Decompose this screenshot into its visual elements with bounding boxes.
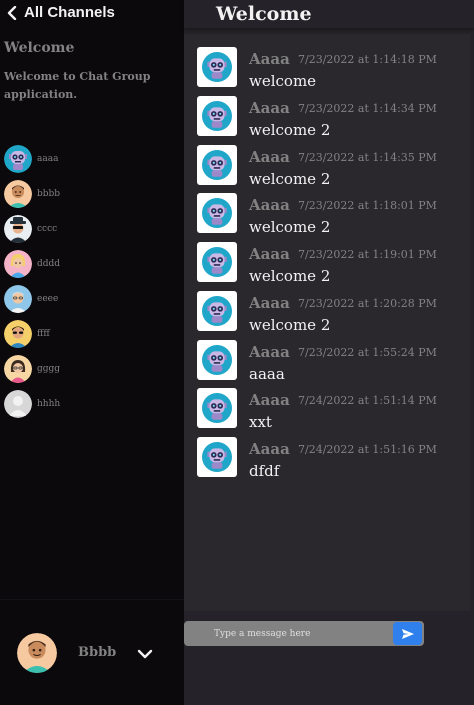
robot-avatar-icon	[197, 388, 237, 429]
message-text: welcome 2	[249, 315, 331, 334]
robot-avatar-icon	[197, 144, 237, 185]
message-item: Aaaa 7/23/2022 at 1:55:24 PM aaaa	[184, 339, 470, 388]
member-item[interactable]: cccc	[4, 211, 60, 246]
sidebar-header: All Channels	[0, 0, 184, 25]
member-item[interactable]: eeee	[4, 281, 60, 316]
member-item[interactable]: ffff	[4, 316, 60, 351]
sunglasses-avatar-icon	[4, 320, 32, 348]
message-item: Aaaa 7/23/2022 at 1:20:28 PM welcome 2	[184, 290, 470, 339]
message-timestamp: 7/24/2022 at 1:51:14 PM	[298, 394, 437, 408]
current-user-panel: Bbbb	[0, 599, 184, 705]
channel-description: Welcome to Chat Group application.	[4, 70, 151, 101]
message-text: dfdf	[249, 462, 280, 480]
message-timestamp: 7/23/2022 at 1:18:01 PM	[298, 199, 437, 213]
member-name: cccc	[37, 223, 58, 234]
message-timestamp: 7/23/2022 at 1:14:18 PM	[298, 53, 437, 66]
message-timestamp: 7/23/2022 at 1:55:24 PM	[298, 345, 437, 359]
spy-avatar-icon	[4, 215, 32, 243]
message-item: Aaaa 7/23/2022 at 1:14:34 PM welcome 2	[184, 95, 470, 144]
old-man-avatar-icon	[4, 285, 32, 313]
channel-name: Welcome	[4, 40, 75, 56]
robot-avatar-icon	[197, 242, 237, 282]
member-name: eeee	[37, 293, 59, 304]
message-timestamp: 7/23/2022 at 1:20:28 PM	[298, 296, 437, 310]
member-item[interactable]: dddd	[4, 246, 60, 281]
message-timestamp: 7/23/2022 at 1:19:01 PM	[298, 248, 437, 261]
message-author: Aaaa	[249, 147, 290, 166]
chat-panel: Welcome Aaaa 7/23/2022 at 1:14:18 PM wel…	[184, 0, 474, 705]
message-author: Aaaa	[249, 98, 290, 117]
message-author: Aaaa	[249, 293, 290, 312]
message-text: xxt	[249, 413, 272, 432]
robot-avatar-icon	[197, 47, 237, 87]
message-text: welcome	[249, 72, 317, 90]
message-author: Aaaa	[249, 245, 290, 263]
chevron-down-icon[interactable]	[137, 647, 153, 661]
member-list: aaaa bbbb cccc dddd eeee ffff gggg hhhh	[4, 141, 60, 421]
message-text: welcome 2	[249, 218, 331, 237]
robot-avatar-icon	[4, 145, 32, 173]
message-item: Aaaa 7/23/2022 at 1:18:01 PM welcome 2	[184, 192, 470, 241]
robot-avatar-icon	[197, 290, 237, 331]
message-text: welcome 2	[249, 169, 331, 188]
girl-avatar-icon	[4, 355, 32, 383]
member-name: dddd	[37, 258, 61, 269]
message-item: Aaaa 7/24/2022 at 1:51:16 PM dfdf	[184, 436, 470, 485]
message-input[interactable]	[184, 621, 392, 646]
message-item: Aaaa 7/23/2022 at 1:14:18 PM welcome	[184, 46, 470, 95]
message-author: Aaaa	[249, 440, 290, 458]
page-title: Welcome	[216, 3, 312, 25]
message-timestamp: 7/23/2022 at 1:14:34 PM	[298, 101, 437, 115]
robot-avatar-icon	[197, 193, 237, 234]
woman-avatar-icon	[4, 250, 32, 278]
member-name: bbbb	[37, 188, 61, 199]
message-author: Aaaa	[249, 50, 290, 68]
member-name: aaaa	[37, 153, 59, 164]
message-timestamp: 7/23/2022 at 1:14:35 PM	[298, 150, 437, 164]
message-author: Aaaa	[249, 342, 290, 361]
message-text: aaaa	[249, 364, 285, 383]
message-item: Aaaa 7/23/2022 at 1:14:35 PM welcome 2	[184, 144, 470, 193]
member-item[interactable]: bbbb	[4, 176, 60, 211]
member-name: gggg	[37, 363, 61, 374]
robot-avatar-icon	[197, 437, 237, 477]
member-name: ffff	[37, 328, 50, 339]
message-timestamp: 7/24/2022 at 1:51:16 PM	[298, 443, 437, 456]
member-item[interactable]: gggg	[4, 351, 60, 386]
message-item: Aaaa 7/24/2022 at 1:51:14 PM xxt	[184, 387, 470, 436]
robot-avatar-icon	[197, 339, 237, 380]
message-text: welcome 2	[249, 120, 331, 139]
message-item: Aaaa 7/23/2022 at 1:19:01 PM welcome 2	[184, 241, 470, 290]
chat-topbar: Welcome	[184, 0, 474, 28]
chevron-left-icon[interactable]	[6, 5, 18, 20]
member-item[interactable]: hhhh	[4, 386, 60, 421]
default-avatar-icon	[4, 390, 32, 418]
message-author: Aaaa	[249, 196, 290, 215]
message-composer	[184, 621, 424, 646]
man-avatar-icon	[17, 633, 57, 673]
message-list[interactable]: Aaaa 7/23/2022 at 1:14:18 PM welcome Aaa…	[184, 34, 470, 611]
member-name: hhhh	[37, 398, 61, 409]
send-icon	[401, 628, 414, 639]
man-avatar-icon	[4, 180, 32, 208]
current-user-name: Bbbb	[78, 645, 117, 660]
send-button[interactable]	[393, 622, 422, 645]
robot-avatar-icon	[197, 95, 237, 136]
channel-sidebar: All Channels Welcome Welcome to Chat Gro…	[0, 0, 184, 705]
all-channels-link[interactable]: All Channels	[24, 4, 115, 21]
message-text: welcome 2	[249, 267, 331, 285]
member-item[interactable]: aaaa	[4, 141, 60, 176]
message-author: Aaaa	[249, 391, 290, 410]
